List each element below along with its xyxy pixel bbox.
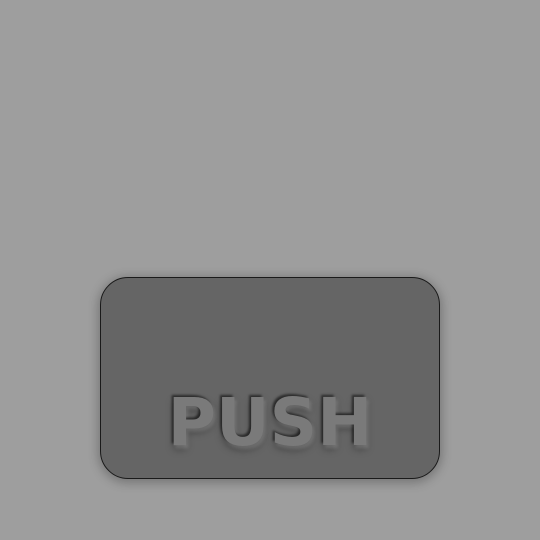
push-button-label: PUSH bbox=[167, 384, 373, 461]
push-button[interactable]: PUSH bbox=[100, 277, 440, 479]
